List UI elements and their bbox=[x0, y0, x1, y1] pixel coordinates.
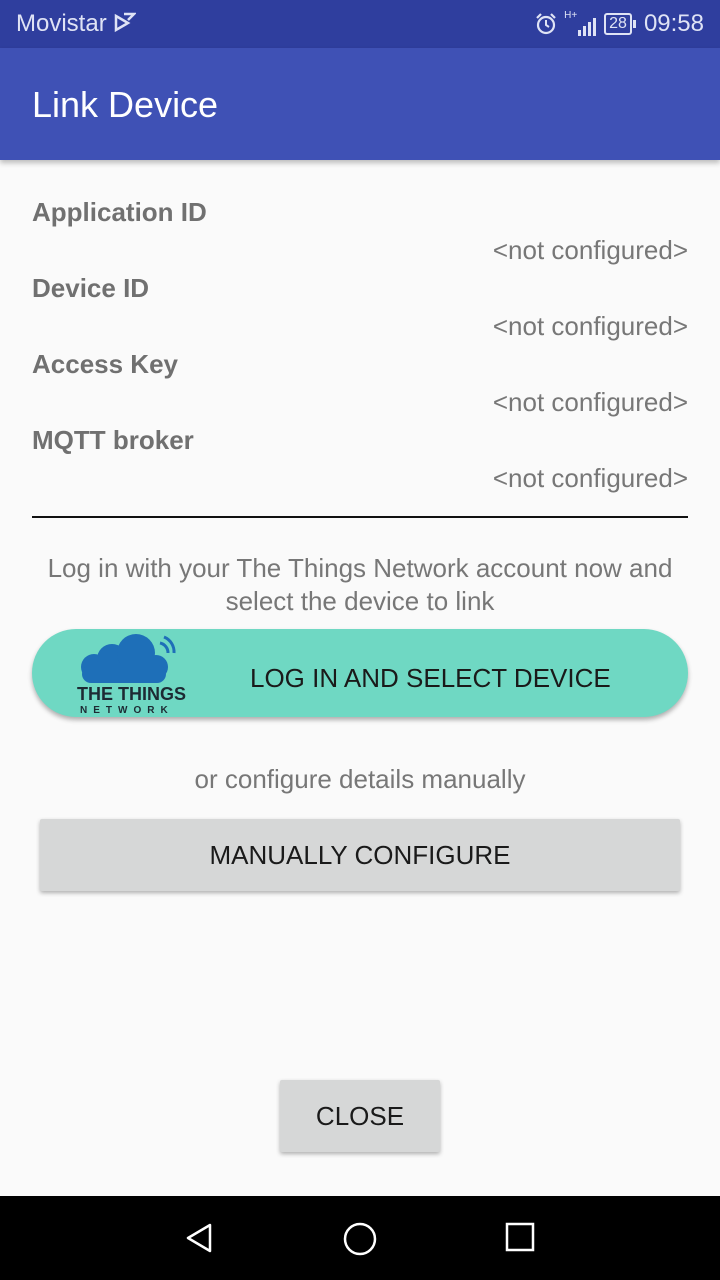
alarm-icon bbox=[536, 13, 556, 35]
login-instruction: Log in with your The Things Network acco… bbox=[47, 553, 673, 616]
manual-instruction: or configure details manually bbox=[194, 764, 526, 794]
divider bbox=[32, 516, 688, 518]
status-icons: H+ 28 09:58 bbox=[534, 8, 704, 40]
access-key-label: Access Key bbox=[32, 349, 178, 379]
device-id-value: <not configured> bbox=[492, 311, 688, 341]
battery-level: 28 bbox=[609, 15, 627, 32]
login-button-label: LOG IN AND SELECT DEVICE bbox=[250, 663, 611, 693]
recents-icon[interactable] bbox=[505, 1222, 535, 1252]
login-select-device-button[interactable]: THE THINGS NETWORK LOG IN AND SELECT DEV… bbox=[32, 629, 688, 717]
ttn-logo-text: THE THINGS bbox=[77, 684, 187, 704]
carrier-name: Movistar bbox=[16, 10, 107, 37]
page-title: Link Device bbox=[32, 84, 219, 125]
device-id-label: Device ID bbox=[32, 273, 150, 303]
access-key-value: <not configured> bbox=[492, 387, 688, 417]
battery-icon: 28 bbox=[604, 13, 636, 35]
ttn-logo-subtext: NETWORK bbox=[80, 705, 174, 716]
application-id-label: Application ID bbox=[32, 197, 207, 227]
back-icon[interactable] bbox=[184, 1222, 216, 1254]
mqtt-broker-value: <not configured> bbox=[492, 463, 688, 493]
home-icon[interactable] bbox=[343, 1222, 377, 1256]
carrier-signal-icon bbox=[114, 12, 136, 33]
manually-configure-button[interactable]: MANUALLY CONFIGURE bbox=[40, 819, 680, 891]
app-bar: Link Device bbox=[0, 48, 720, 160]
clock: 09:58 bbox=[643, 10, 704, 37]
close-button[interactable]: CLOSE bbox=[280, 1080, 440, 1152]
application-id-value: <not configured> bbox=[492, 235, 688, 265]
network-type: H+ bbox=[564, 10, 578, 21]
close-label: CLOSE bbox=[315, 1101, 405, 1131]
navigation-bar bbox=[0, 1196, 720, 1280]
manually-configure-label: MANUALLY CONFIGURE bbox=[209, 840, 511, 870]
mqtt-broker-label: MQTT broker bbox=[32, 425, 194, 455]
mobile-signal-icon: H+ bbox=[564, 10, 597, 36]
status-bar: Movistar H+ 28 09:58 bbox=[0, 0, 720, 48]
